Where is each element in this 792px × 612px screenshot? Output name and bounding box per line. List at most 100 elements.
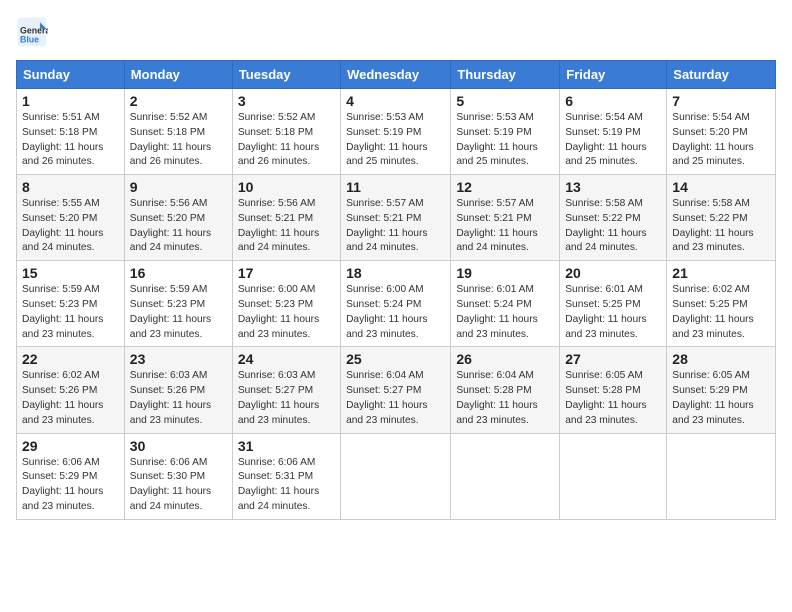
day-info: Sunrise: 6:02 AMSunset: 5:26 PMDaylight:… [22,369,119,428]
day-cell: 10 Sunrise: 5:56 AMSunset: 5:21 PMDayligh… [232,175,340,261]
day-cell: 6 Sunrise: 5:54 AMSunset: 5:19 PMDaylight… [560,89,667,175]
col-header-saturday: Saturday [667,61,776,89]
day-cell: 2 Sunrise: 5:52 AMSunset: 5:18 PMDaylight… [124,89,232,175]
day-number: 1 [22,93,119,109]
day-cell: 27Sunrise: 6:05 AMSunset: 5:28 PMDayligh… [560,347,667,433]
header-row: SundayMondayTuesdayWednesdayThursdayFrid… [17,61,776,89]
day-number: 12 [456,179,554,195]
day-number: 8 [22,179,119,195]
day-number: 6 [565,93,661,109]
day-info: Sunrise: 5:52 AMSunset: 5:18 PMDaylight:… [238,111,335,170]
day-info: Sunrise: 5:55 AMSunset: 5:20 PMDaylight:… [22,197,119,256]
day-number: 7 [672,93,770,109]
col-header-friday: Friday [560,61,667,89]
day-cell: 19 Sunrise: 6:01 AMSunset: 5:24 PMDayligh… [451,261,560,347]
day-cell: 7 Sunrise: 5:54 AMSunset: 5:20 PMDaylight… [667,89,776,175]
logo: General Blue [16,16,52,48]
week-row-1: 1 Sunrise: 5:51 AMSunset: 5:18 PMDaylight… [17,89,776,175]
day-info: Sunrise: 5:51 AMSunset: 5:18 PMDaylight:… [22,111,119,170]
day-number: 15 [22,265,119,281]
week-row-2: 8 Sunrise: 5:55 AMSunset: 5:20 PMDaylight… [17,175,776,261]
day-info: Sunrise: 6:05 AMSunset: 5:28 PMDaylight:… [565,369,661,428]
week-row-4: 22 Sunrise: 6:02 AMSunset: 5:26 PMDayligh… [17,347,776,433]
day-cell: 22 Sunrise: 6:02 AMSunset: 5:26 PMDayligh… [17,347,125,433]
day-number: 23 [130,351,227,367]
day-info: Sunrise: 5:58 AMSunset: 5:22 PMDaylight:… [565,197,661,256]
day-cell: 16Sunrise: 5:59 AMSunset: 5:23 PMDayligh… [124,261,232,347]
day-info: Sunrise: 5:53 AMSunset: 5:19 PMDaylight:… [346,111,445,170]
day-info: Sunrise: 6:04 AMSunset: 5:27 PMDaylight:… [346,369,445,428]
day-number: 2 [130,93,227,109]
day-cell: 23 Sunrise: 6:03 AMSunset: 5:26 PMDayligh… [124,347,232,433]
day-info: Sunrise: 6:03 AMSunset: 5:26 PMDaylight:… [130,369,227,428]
day-number: 29 [22,438,119,454]
day-info: Sunrise: 5:58 AMSunset: 5:22 PMDaylight:… [672,197,770,256]
col-header-tuesday: Tuesday [232,61,340,89]
logo-icon: General Blue [16,16,48,48]
day-number: 28 [672,351,770,367]
day-info: Sunrise: 5:56 AMSunset: 5:20 PMDaylight:… [130,197,227,256]
day-number: 4 [346,93,445,109]
calendar-table: SundayMondayTuesdayWednesdayThursdayFrid… [16,60,776,520]
day-number: 19 [456,265,554,281]
day-cell: 25 Sunrise: 6:04 AMSunset: 5:27 PMDayligh… [341,347,451,433]
day-number: 9 [130,179,227,195]
day-cell: 4 Sunrise: 5:53 AMSunset: 5:19 PMDaylight… [341,89,451,175]
day-cell: 12Sunrise: 5:57 AMSunset: 5:21 PMDayligh… [451,175,560,261]
week-row-5: 29 Sunrise: 6:06 AMSunset: 5:29 PMDayligh… [17,433,776,519]
day-info: Sunrise: 5:54 AMSunset: 5:20 PMDaylight:… [672,111,770,170]
day-info: Sunrise: 6:01 AMSunset: 5:25 PMDaylight:… [565,283,661,342]
day-cell: 14 Sunrise: 5:58 AMSunset: 5:22 PMDayligh… [667,175,776,261]
day-cell: 15 Sunrise: 5:59 AMSunset: 5:23 PMDayligh… [17,261,125,347]
day-info: Sunrise: 6:02 AMSunset: 5:25 PMDaylight:… [672,283,770,342]
day-info: Sunrise: 6:06 AMSunset: 5:29 PMDaylight:… [22,456,119,515]
day-info: Sunrise: 6:06 AMSunset: 5:31 PMDaylight:… [238,456,335,515]
day-info: Sunrise: 6:01 AMSunset: 5:24 PMDaylight:… [456,283,554,342]
day-number: 30 [130,438,227,454]
day-info: Sunrise: 5:52 AMSunset: 5:18 PMDaylight:… [130,111,227,170]
day-cell: 17 Sunrise: 6:00 AMSunset: 5:23 PMDayligh… [232,261,340,347]
day-number: 21 [672,265,770,281]
day-cell: 1 Sunrise: 5:51 AMSunset: 5:18 PMDaylight… [17,89,125,175]
day-cell: 18Sunrise: 6:00 AMSunset: 5:24 PMDayligh… [341,261,451,347]
day-number: 26 [456,351,554,367]
day-info: Sunrise: 6:06 AMSunset: 5:30 PMDaylight:… [130,456,227,515]
day-number: 22 [22,351,119,367]
day-cell: 31Sunrise: 6:06 AMSunset: 5:31 PMDayligh… [232,433,340,519]
day-info: Sunrise: 5:57 AMSunset: 5:21 PMDaylight:… [346,197,445,256]
week-row-3: 15 Sunrise: 5:59 AMSunset: 5:23 PMDayligh… [17,261,776,347]
day-number: 14 [672,179,770,195]
day-number: 25 [346,351,445,367]
day-number: 5 [456,93,554,109]
day-info: Sunrise: 5:59 AMSunset: 5:23 PMDaylight:… [22,283,119,342]
day-number: 10 [238,179,335,195]
day-cell: 5Sunrise: 5:53 AMSunset: 5:19 PMDaylight… [451,89,560,175]
day-cell [451,433,560,519]
day-cell: 30 Sunrise: 6:06 AMSunset: 5:30 PMDayligh… [124,433,232,519]
day-cell: 28 Sunrise: 6:05 AMSunset: 5:29 PMDayligh… [667,347,776,433]
day-info: Sunrise: 6:00 AMSunset: 5:23 PMDaylight:… [238,283,335,342]
day-info: Sunrise: 6:03 AMSunset: 5:27 PMDaylight:… [238,369,335,428]
day-number: 24 [238,351,335,367]
day-info: Sunrise: 5:56 AMSunset: 5:21 PMDaylight:… [238,197,335,256]
day-cell [667,433,776,519]
svg-text:Blue: Blue [20,34,39,44]
day-info: Sunrise: 6:05 AMSunset: 5:29 PMDaylight:… [672,369,770,428]
day-number: 17 [238,265,335,281]
col-header-sunday: Sunday [17,61,125,89]
day-cell [560,433,667,519]
day-info: Sunrise: 6:04 AMSunset: 5:28 PMDaylight:… [456,369,554,428]
day-cell: 24 Sunrise: 6:03 AMSunset: 5:27 PMDayligh… [232,347,340,433]
day-number: 20 [565,265,661,281]
col-header-wednesday: Wednesday [341,61,451,89]
day-info: Sunrise: 6:00 AMSunset: 5:24 PMDaylight:… [346,283,445,342]
day-cell: 3 Sunrise: 5:52 AMSunset: 5:18 PMDaylight… [232,89,340,175]
day-number: 11 [346,179,445,195]
day-cell: 20 Sunrise: 6:01 AMSunset: 5:25 PMDayligh… [560,261,667,347]
header: General Blue [16,16,776,48]
day-info: Sunrise: 5:59 AMSunset: 5:23 PMDaylight:… [130,283,227,342]
day-info: Sunrise: 5:54 AMSunset: 5:19 PMDaylight:… [565,111,661,170]
day-cell: 13Sunrise: 5:58 AMSunset: 5:22 PMDayligh… [560,175,667,261]
day-cell: 9 Sunrise: 5:56 AMSunset: 5:20 PMDaylight… [124,175,232,261]
day-number: 3 [238,93,335,109]
